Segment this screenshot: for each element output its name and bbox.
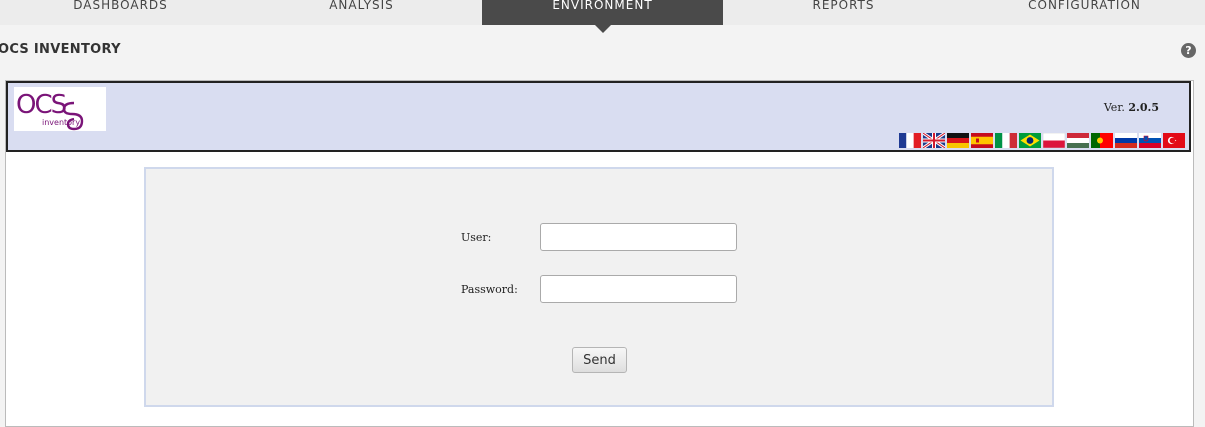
brazilian-flag-icon[interactable] bbox=[1019, 133, 1041, 148]
hungarian-flag-icon[interactable] bbox=[1067, 133, 1089, 148]
user-label: User: bbox=[461, 231, 492, 244]
ocs-header: OCS inventory Ver. 2.0.5 bbox=[6, 81, 1191, 152]
send-button[interactable]: Send bbox=[572, 347, 627, 373]
slovenian-flag-icon[interactable] bbox=[1139, 133, 1161, 148]
main-nav: DASHBOARDS ANALYSIS ENVIRONMENT REPORTS … bbox=[0, 0, 1205, 33]
logo-subtext: inventory bbox=[42, 118, 80, 127]
french-flag-icon[interactable] bbox=[899, 133, 921, 148]
tab-environment[interactable]: ENVIRONMENT bbox=[482, 0, 723, 33]
password-label: Password: bbox=[461, 283, 518, 296]
tab-reports[interactable]: REPORTS bbox=[723, 0, 964, 25]
ocs-frame: OCS inventory Ver. 2.0.5 User: Password: bbox=[5, 80, 1194, 427]
tab-label: DASHBOARDS bbox=[73, 0, 168, 12]
spanish-flag-icon[interactable] bbox=[971, 133, 993, 148]
german-flag-icon[interactable] bbox=[947, 133, 969, 148]
ocs-logo: OCS inventory bbox=[14, 87, 106, 131]
tab-analysis[interactable]: ANALYSIS bbox=[241, 0, 482, 25]
page-title: OCS INVENTORY bbox=[0, 42, 121, 57]
tab-label: ENVIRONMENT bbox=[552, 0, 653, 12]
tab-configuration[interactable]: CONFIGURATION bbox=[964, 0, 1205, 25]
version-label: Ver. 2.0.5 bbox=[1104, 101, 1159, 114]
logo-text: OCS bbox=[16, 90, 67, 120]
question-circle-icon[interactable]: ? bbox=[1181, 43, 1196, 58]
password-input[interactable] bbox=[540, 275, 737, 303]
turkish-flag-icon[interactable] bbox=[1163, 133, 1185, 148]
italian-flag-icon[interactable] bbox=[995, 133, 1017, 148]
tab-label: ANALYSIS bbox=[329, 0, 394, 12]
version-prefix: Ver. bbox=[1103, 101, 1125, 114]
tab-label: REPORTS bbox=[812, 0, 875, 12]
polish-flag-icon[interactable] bbox=[1043, 133, 1065, 148]
portuguese-flag-icon[interactable] bbox=[1091, 133, 1113, 148]
version-number: 2.0.5 bbox=[1128, 101, 1159, 114]
tab-label: CONFIGURATION bbox=[1028, 0, 1141, 12]
russian-flag-icon[interactable] bbox=[1115, 133, 1137, 148]
tab-dashboards[interactable]: DASHBOARDS bbox=[0, 0, 241, 25]
login-form: User: Password: Send bbox=[144, 167, 1054, 407]
language-flags bbox=[899, 133, 1185, 148]
user-input[interactable] bbox=[540, 223, 737, 251]
english-flag-icon[interactable] bbox=[923, 133, 945, 148]
